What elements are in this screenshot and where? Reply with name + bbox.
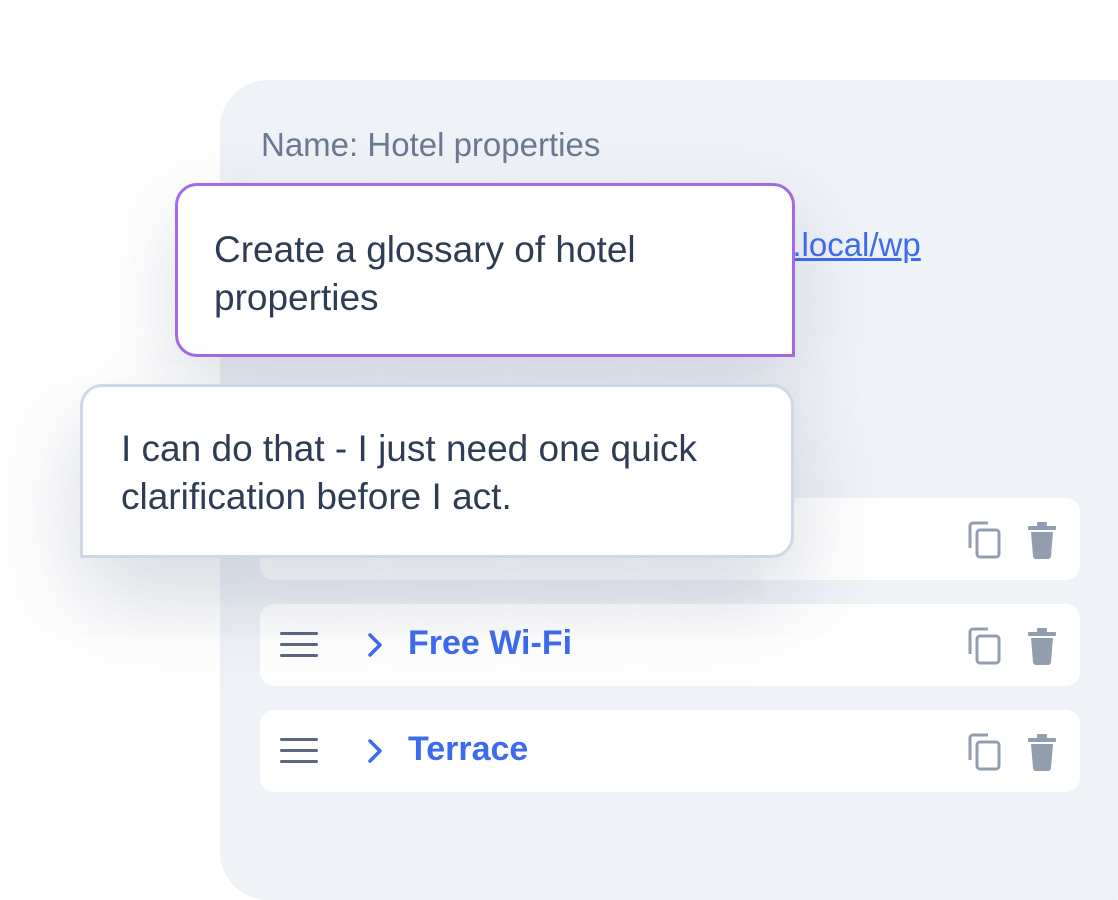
copy-icon[interactable]	[966, 520, 1006, 560]
trash-icon[interactable]	[1026, 732, 1058, 772]
site-url-link[interactable]: e.local/wp	[774, 226, 921, 264]
assistant-message-text: I can do that - I just need one quick cl…	[121, 428, 697, 517]
drag-handle-icon[interactable]	[280, 632, 318, 658]
trash-icon[interactable]	[1026, 626, 1058, 666]
user-message-bubble: Create a glossary of hotel properties	[175, 183, 795, 357]
list-item[interactable]: Terrace	[260, 710, 1080, 792]
list-item-label: Free Wi-Fi	[408, 624, 573, 662]
copy-icon[interactable]	[966, 626, 1006, 666]
trash-icon[interactable]	[1026, 520, 1058, 560]
copy-icon[interactable]	[966, 732, 1006, 772]
drag-handle-icon[interactable]	[280, 738, 318, 764]
user-message-text: Create a glossary of hotel properties	[214, 229, 636, 318]
assistant-message-bubble: I can do that - I just need one quick cl…	[80, 384, 794, 558]
list-item-label: Terrace	[408, 730, 529, 768]
list-item[interactable]: Free Wi-Fi	[260, 604, 1080, 686]
chevron-right-icon[interactable]	[364, 631, 386, 659]
glossary-name: Name: Hotel properties	[261, 126, 601, 163]
chevron-right-icon[interactable]	[364, 737, 386, 765]
